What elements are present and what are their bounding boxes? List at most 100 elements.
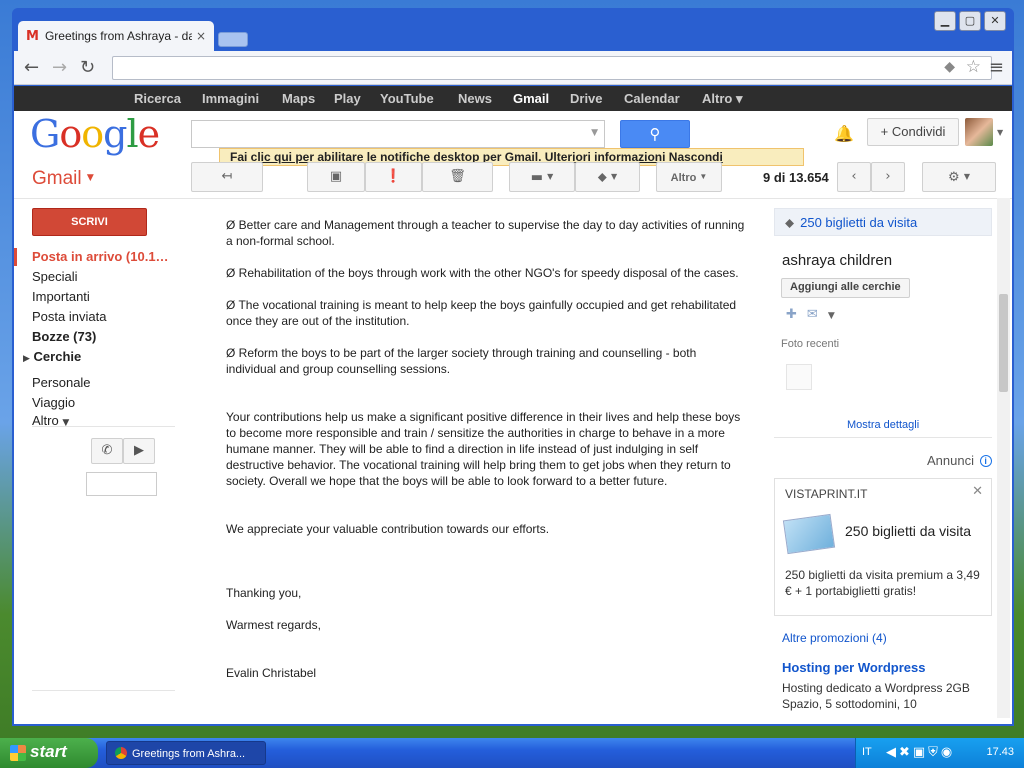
taskbar: start Greetings from Ashra... IT ◀✖▣⛨◉ 1… — [0, 738, 1024, 768]
browser-toolbar: ← → ↻ ◆ ☆ ≡ — [14, 51, 1012, 85]
sidebar-item-circles[interactable]: ▶ Cerchie — [23, 349, 81, 364]
sidebar-item-personal[interactable]: Personale — [32, 375, 91, 390]
gbar-item-youtube[interactable]: YouTube — [380, 91, 434, 106]
gmail-page: Ricerca Immagini Maps Play YouTube News … — [14, 86, 1012, 724]
ad-card[interactable]: VISTAPRINT.IT ✕ 250 biglietti da visita … — [774, 478, 992, 616]
search-button[interactable]: ⚲ — [620, 120, 690, 148]
gbar-item-maps[interactable]: Maps — [282, 91, 315, 106]
gmail-menu[interactable]: Gmail ▼ — [32, 168, 94, 190]
message-paragraph: Ø Reform the boys to be part of the larg… — [226, 346, 697, 376]
sidebar-divider — [32, 690, 175, 691]
search-options-chevron-icon[interactable]: ▼ — [591, 128, 598, 138]
message-body: Ø Better care and Management through a t… — [226, 217, 746, 697]
sidebar-item-sent[interactable]: Posta inviata — [32, 309, 106, 324]
gmail-menu-chevron-icon: ▼ — [86, 173, 94, 183]
archive-button[interactable]: ▣ — [307, 162, 365, 192]
windows-flag-icon — [10, 745, 26, 761]
message-paragraph: Ø Rehabilitation of the boys through wor… — [226, 266, 739, 280]
chrome-menu-icon[interactable]: ≡ — [989, 57, 1004, 78]
info-icon[interactable]: i — [979, 455, 992, 467]
sidebar-item-inbox[interactable]: Posta in arrivo (10.1… — [32, 249, 169, 264]
start-button[interactable]: start — [0, 738, 98, 768]
message-paragraph: Thanking you, — [226, 586, 302, 600]
chat-search-input[interactable] — [86, 472, 157, 496]
contact-actions: ✚ ✉ ▼ — [786, 307, 845, 322]
new-tab-button[interactable] — [218, 32, 248, 47]
tab-title: Greetings from Ashraya - dal — [44, 29, 192, 43]
video-call-button[interactable]: ▶ — [123, 438, 155, 464]
label-chip[interactable]: ⬥ 250 biglietti da visita — [774, 208, 992, 236]
scrollbar-thumb[interactable] — [999, 294, 1008, 392]
phone-call-button[interactable]: ✆ — [91, 438, 123, 464]
move-to-button[interactable]: ▬ ▼ — [509, 162, 575, 192]
minimize-button[interactable]: ▁ — [934, 11, 956, 31]
message-signature: Evalin Christabel — [226, 666, 317, 680]
promo-title-link[interactable]: Hosting per Wordpress — [782, 660, 926, 675]
message-paragraph: Ø Better care and Management through a t… — [226, 218, 745, 248]
more-button[interactable]: Altro ▼ — [656, 162, 722, 192]
labels-button[interactable]: ⬥ ▼ — [575, 162, 640, 192]
right-panel-divider — [774, 437, 992, 438]
back-icon[interactable]: ← — [24, 57, 39, 78]
gbar-item-news[interactable]: News — [458, 91, 492, 106]
forward-icon[interactable]: → — [52, 57, 67, 78]
sidebar-item-starred[interactable]: Speciali — [32, 269, 78, 284]
back-to-inbox-button[interactable]: ↤ — [191, 162, 263, 192]
report-spam-button[interactable]: ❗ — [365, 162, 422, 192]
more-actions-chevron-icon[interactable]: ▼ — [828, 311, 835, 321]
system-tray: IT ◀✖▣⛨◉ 17.43 — [855, 738, 1024, 768]
business-card-image — [782, 513, 836, 555]
sidebar-divider — [32, 426, 175, 427]
extension-icon[interactable]: ◆ — [944, 59, 955, 75]
gbar-item-ricerca[interactable]: Ricerca — [134, 91, 181, 106]
close-icon[interactable]: ✕ — [972, 484, 983, 499]
google-logo[interactable]: Google — [30, 112, 160, 156]
scrollbar[interactable] — [997, 198, 1010, 718]
window-controls: ▁ ▢ ✕ — [934, 11, 1006, 31]
gmail-favicon-icon: M — [26, 28, 39, 44]
sidebar-item-travel[interactable]: Viaggio — [32, 395, 75, 410]
bookmark-star-icon[interactable]: ☆ — [966, 57, 981, 77]
message-paragraph: Warmest regards, — [226, 618, 321, 632]
inbox-indicator — [14, 248, 17, 266]
google-bar: Ricerca Immagini Maps Play YouTube News … — [14, 86, 1012, 111]
compose-button[interactable]: SCRIVI — [32, 208, 147, 236]
email-icon[interactable]: ✉ — [807, 307, 818, 322]
browser-tab[interactable]: M Greetings from Ashraya - dal × — [18, 21, 214, 51]
close-window-button[interactable]: ✕ — [984, 11, 1006, 31]
recent-photo-thumbnail[interactable] — [786, 364, 812, 390]
add-to-circles-button[interactable]: Aggiungi alle cerchie — [781, 278, 910, 298]
recent-photos-label: Foto recenti — [781, 338, 840, 350]
taskbar-item-chrome[interactable]: Greetings from Ashra... — [106, 741, 266, 765]
notifications-bell-icon[interactable]: 🔔 — [834, 124, 854, 143]
tab-close-icon[interactable]: × — [196, 29, 206, 43]
address-bar[interactable]: ◆ ☆ — [112, 56, 992, 80]
gbar-item-immagini[interactable]: Immagini — [202, 91, 259, 106]
show-details-link[interactable]: Mostra dettagli — [847, 419, 919, 431]
account-chevron-icon[interactable]: ▼ — [997, 128, 1003, 137]
settings-button[interactable]: ⚙ ▼ — [922, 162, 996, 192]
gbar-item-altro[interactable]: Altro ▾ — [702, 91, 742, 107]
sidebar-item-important[interactable]: Importanti — [32, 289, 90, 304]
ad-description: 250 biglietti da visita premium a 3,49 €… — [785, 568, 980, 598]
gbar-item-drive[interactable]: Drive — [570, 91, 603, 106]
gbar-item-calendar[interactable]: Calendar — [624, 91, 680, 106]
search-input[interactable]: ▼ — [191, 120, 605, 148]
ads-label: Annunci i — [927, 453, 992, 468]
chat-icon[interactable]: ✚ — [786, 307, 797, 322]
contact-name[interactable]: ashraya children — [782, 252, 892, 269]
reload-icon[interactable]: ↻ — [80, 57, 95, 78]
delete-button[interactable]: 🗑 — [422, 162, 493, 192]
older-button[interactable]: › — [871, 162, 905, 192]
language-indicator[interactable]: IT — [862, 746, 872, 758]
clock[interactable]: 17.43 — [986, 746, 1014, 758]
tray-icons[interactable]: ◀✖▣⛨◉ — [886, 745, 955, 760]
maximize-button[interactable]: ▢ — [959, 11, 981, 31]
share-button[interactable]: + Condividi — [867, 118, 959, 146]
avatar[interactable] — [965, 118, 993, 146]
sidebar-item-drafts[interactable]: Bozze (73) — [32, 329, 96, 344]
newer-button[interactable]: ‹ — [837, 162, 871, 192]
more-promotions-link[interactable]: Altre promozioni (4) — [782, 631, 887, 645]
gbar-item-gmail[interactable]: Gmail — [513, 91, 549, 106]
gbar-item-play[interactable]: Play — [334, 91, 361, 106]
